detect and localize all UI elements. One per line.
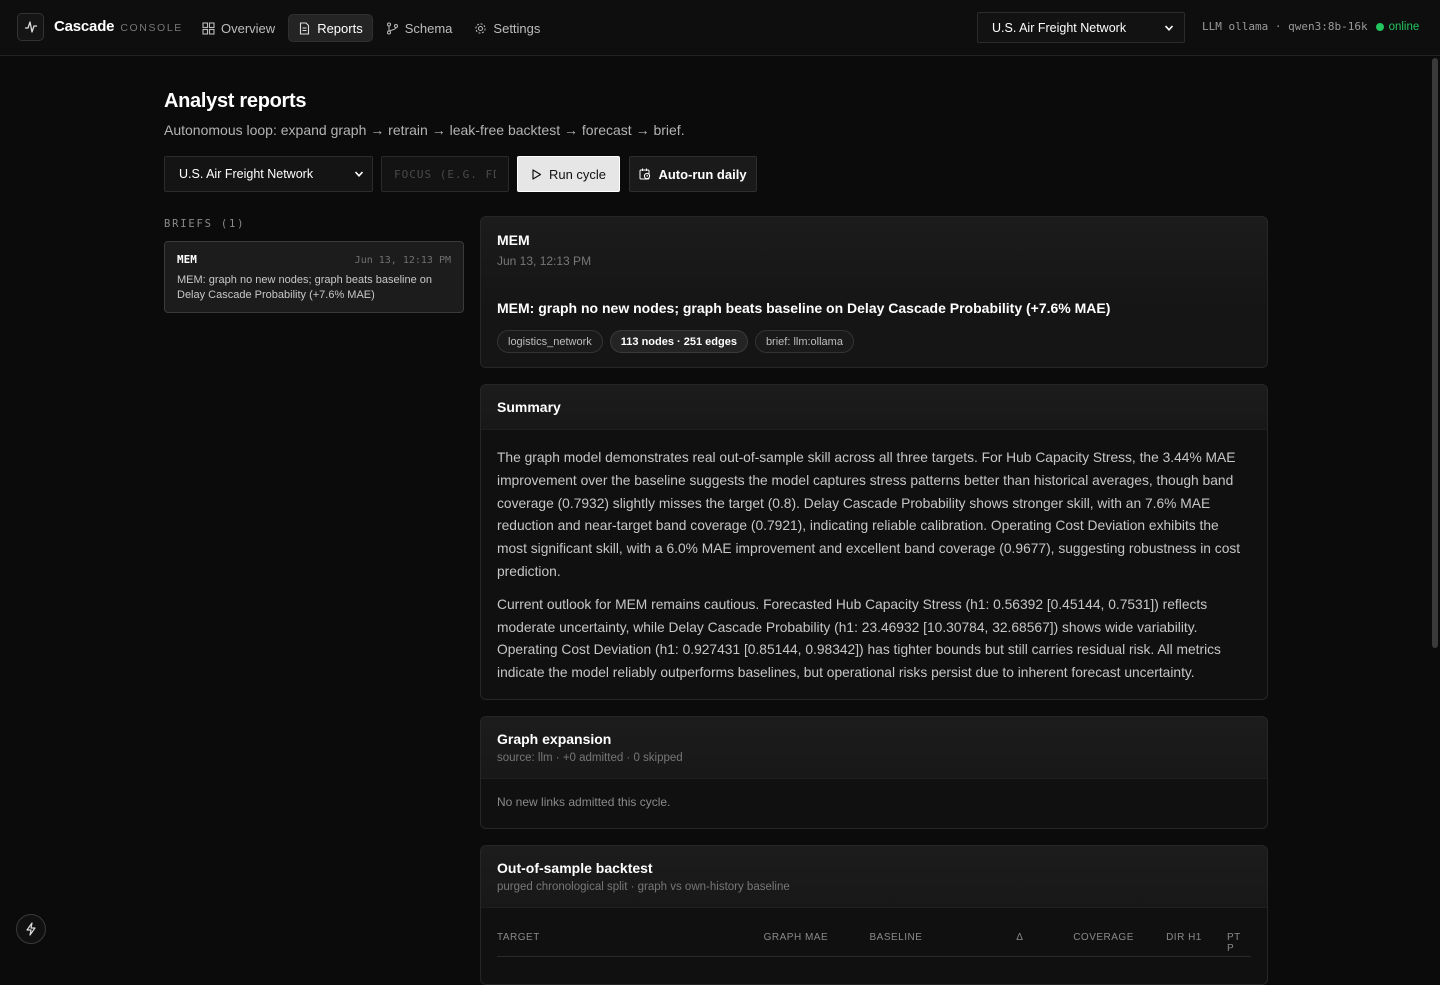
lightning-icon[interactable] (16, 914, 46, 944)
summary-body: The graph model demonstrates real out-of… (481, 430, 1267, 685)
auto-run-label: Auto-run daily (658, 166, 747, 182)
report-headline: MEM: graph no new nodes; graph beats bas… (497, 300, 1111, 316)
brief-code: MEM (177, 253, 197, 266)
top-bar: Cascade CONSOLE Overview Reports Schema … (0, 0, 1440, 56)
col-delta[interactable]: Δ (1016, 932, 1073, 954)
expansion-meta: source: llm · +0 admitted · 0 skipped (497, 752, 683, 764)
app-subtitle: CONSOLE (120, 22, 183, 34)
tag-domain: logistics_network (497, 330, 603, 353)
brief-text: MEM: graph no new nodes; graph beats bas… (177, 274, 432, 301)
backtest-card: Out-of-sample backtest purged chronologi… (480, 845, 1268, 985)
summary-header: Summary (481, 385, 1267, 430)
expansion-title: Graph expansion (497, 731, 612, 747)
nav-label: Overview (221, 20, 276, 36)
network-select-value: U.S. Air Freight Network (179, 167, 314, 181)
backtest-header: Out-of-sample backtest purged chronologi… (481, 846, 1267, 908)
report-date: Jun 13, 12:13 PM (497, 254, 592, 268)
nav-label: Reports (317, 20, 363, 36)
nav-label: Schema (404, 20, 453, 36)
header-network-select[interactable]: U.S. Air Freight Network (977, 12, 1185, 43)
expansion-header: Graph expansion source: llm · +0 admitte… (481, 717, 1267, 779)
nav-reports[interactable]: Reports (288, 14, 373, 42)
status-badge: online (1375, 20, 1420, 33)
graph-expansion-card: Graph expansion source: llm · +0 admitte… (480, 716, 1268, 829)
scrollbar[interactable] (1432, 58, 1438, 648)
app-name: Cascade (54, 18, 115, 35)
gear-icon (475, 22, 487, 34)
report-code: MEM (497, 232, 530, 248)
summary-paragraph: The graph model demonstrates real out-of… (497, 450, 1241, 579)
col-target[interactable]: TARGET (497, 932, 764, 954)
nav-overview[interactable]: Overview (193, 14, 284, 42)
report-tags: logistics_network 113 nodes · 251 edges … (497, 330, 1251, 353)
header-network-value: U.S. Air Freight Network (992, 20, 1127, 35)
summary-paragraph: Current outlook for MEM remains cautious… (497, 596, 1221, 681)
brand: Cascade CONSOLE (54, 18, 183, 35)
run-cycle-label: Run cycle (548, 166, 607, 182)
nav-settings[interactable]: Settings (465, 14, 549, 42)
grid-icon (202, 21, 215, 35)
expansion-body: No new links admitted this cycle. (497, 795, 671, 809)
llm-label: LLM ollama · qwen3:8b-16k (1202, 20, 1368, 33)
tag-brief-source: brief: llm:ollama (754, 330, 854, 353)
main-nav: Overview Reports Schema Settings (193, 14, 549, 42)
report-header-card: MEM Jun 13, 12:13 PM MEM: graph no new n… (480, 216, 1268, 368)
run-cycle-button[interactable]: Run cycle (517, 156, 620, 192)
document-icon (300, 21, 310, 35)
llm-status: LLM ollama · qwen3:8b-16k online (1202, 20, 1419, 33)
focus-input[interactable] (381, 156, 509, 192)
summary-title: Summary (497, 399, 561, 415)
col-graph-mae[interactable]: GRAPH MAE (764, 932, 870, 954)
page-subtitle: Autonomous loop: expand graph → retrain … (164, 122, 685, 138)
network-select[interactable]: U.S. Air Freight Network (164, 156, 373, 192)
play-icon (532, 168, 542, 180)
backtest-meta: purged chronological split · graph vs ow… (497, 881, 790, 893)
status-text: online (1388, 20, 1420, 33)
git-branch-icon (386, 22, 398, 34)
table-divider (497, 956, 1251, 957)
nav-label: Settings (493, 20, 541, 36)
chevron-down-icon (1164, 24, 1174, 31)
col-coverage[interactable]: COVERAGE (1073, 932, 1166, 954)
col-dir-h1[interactable]: DIR H1 (1166, 932, 1227, 954)
backtest-title: Out-of-sample backtest (497, 860, 653, 876)
col-pt-p[interactable]: PT P (1227, 932, 1251, 954)
status-dot-icon (1375, 22, 1384, 31)
pulse-logo-icon[interactable] (17, 13, 44, 41)
brief-date: Jun 13, 12:13 PM (354, 255, 451, 266)
page-title: Analyst reports (164, 90, 307, 112)
summary-card: Summary The graph model demonstrates rea… (480, 384, 1268, 700)
auto-run-button[interactable]: Auto-run daily (629, 156, 757, 192)
nav-schema[interactable]: Schema (377, 14, 462, 42)
briefs-heading: BRIEFS (1) (164, 218, 246, 230)
tag-graph-size: 113 nodes · 251 edges (609, 330, 748, 353)
chevron-down-icon (354, 171, 364, 177)
calendar-clock-icon (639, 168, 651, 180)
brief-list-item[interactable]: MEM Jun 13, 12:13 PM MEM: graph no new n… (164, 241, 464, 313)
backtest-table-header: TARGET GRAPH MAE BASELINE Δ COVERAGE DIR… (481, 908, 1267, 954)
col-baseline[interactable]: BASELINE (869, 932, 1016, 954)
